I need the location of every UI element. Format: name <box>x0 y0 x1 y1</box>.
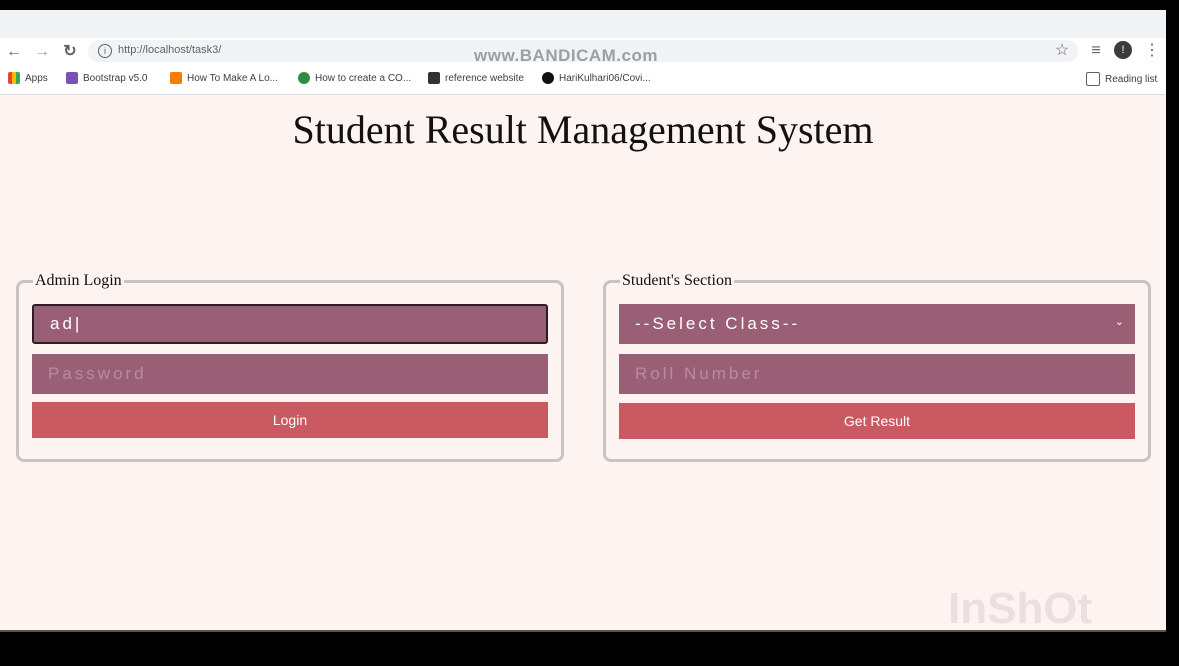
password-input[interactable]: Password <box>32 354 548 394</box>
github-icon <box>542 72 554 84</box>
bookmark-apps[interactable]: Apps <box>8 72 48 84</box>
media-control-icon[interactable]: ≡ <box>1086 41 1106 61</box>
bookmark-label: Bootstrap v5.0 <box>83 72 148 84</box>
student-section-legend: Student's Section <box>622 272 732 289</box>
bookmark-how-to-make[interactable]: How To Make A Lo... <box>170 72 278 84</box>
class-select[interactable]: --Select Class-- ⌄ <box>619 304 1135 344</box>
reading-list-label: Reading list <box>1105 73 1158 85</box>
reading-list[interactable]: Reading list <box>1086 72 1157 86</box>
back-icon[interactable]: ← <box>4 42 24 62</box>
class-select-value: --Select Class-- <box>635 314 801 333</box>
forward-icon[interactable]: → <box>32 42 52 62</box>
tab-strip <box>0 10 1166 38</box>
bookmark-label: reference website <box>445 72 524 84</box>
login-button[interactable]: Login <box>32 402 548 438</box>
bootstrap-icon <box>66 72 78 84</box>
bookmark-bootstrap[interactable]: Bootstrap v5.0 <box>66 72 147 84</box>
reload-icon[interactable]: ↻ <box>60 42 80 62</box>
bookmark-label: Apps <box>25 72 48 84</box>
bookmark-github[interactable]: HariKulhari06/Covi... <box>542 72 651 84</box>
chevron-down-icon: ⌄ <box>1114 316 1127 328</box>
page-title: Student Result Management System <box>292 107 874 152</box>
roll-number-input[interactable]: Roll Number <box>619 354 1135 394</box>
inshot-watermark: InShOt <box>948 584 1093 632</box>
menu-icon[interactable]: ⋮ <box>1142 41 1162 61</box>
roll-number-placeholder: Roll Number <box>635 364 763 383</box>
admin-login-legend: Admin Login <box>35 272 122 289</box>
bookmark-how-to-create[interactable]: How to create a CO... <box>298 72 411 84</box>
username-input[interactable]: ad| <box>32 304 548 344</box>
bookmark-label: How to create a CO... <box>315 72 412 84</box>
gfg-icon <box>298 72 310 84</box>
bookmark-reference[interactable]: reference website <box>428 72 524 84</box>
bookmark-label: How To Make A Lo... <box>187 72 278 84</box>
flag-icon <box>428 72 440 84</box>
username-value: ad| <box>50 314 83 333</box>
get-result-button[interactable]: Get Result <box>619 403 1135 439</box>
bookmark-star-icon[interactable]: ☆ <box>1052 41 1072 61</box>
reading-list-icon <box>1086 72 1100 86</box>
browser-window: ← → ↻ i http://localhost/task3/ ☆ ≡ ! ⋮ … <box>0 10 1166 632</box>
profile-avatar[interactable]: ! <box>1114 41 1132 59</box>
password-placeholder: Password <box>48 364 147 383</box>
info-icon[interactable]: i <box>98 44 112 58</box>
bandicam-watermark: www.BANDICAM.com <box>474 46 658 65</box>
blogger-icon <box>170 72 182 84</box>
bottom-divider <box>0 630 1166 632</box>
bookmark-label: HariKulhari06/Covi... <box>559 72 651 84</box>
apps-grid-icon <box>8 72 20 84</box>
url-text: http://localhost/task3/ <box>118 44 222 56</box>
bookmarks-bar: Apps Bootstrap v5.0 How To Make A Lo... … <box>0 66 1166 95</box>
